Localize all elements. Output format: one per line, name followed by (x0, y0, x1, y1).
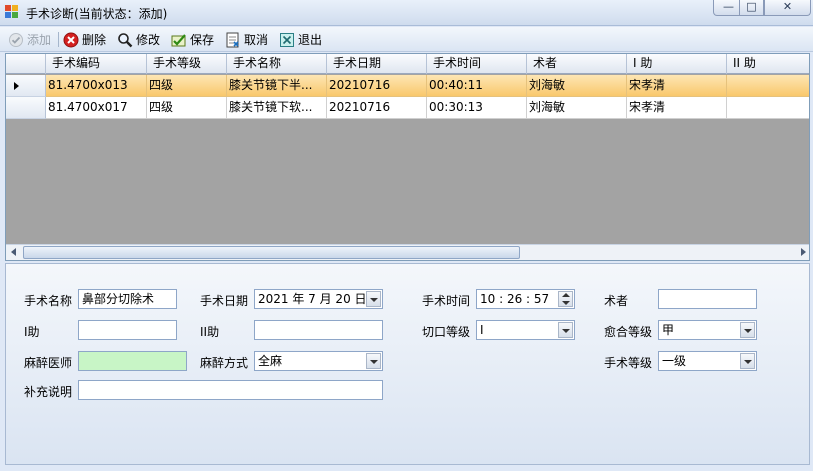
chevron-down-icon[interactable] (740, 353, 755, 369)
save-button[interactable]: 保存 (171, 30, 214, 49)
row-header-corner (6, 54, 46, 74)
surgery-name-input[interactable]: 鼻部分切除术 (78, 289, 177, 309)
horizontal-scrollbar[interactable] (6, 244, 809, 260)
surgery-level-select[interactable]: 一级 (658, 351, 757, 371)
incision-grade-select[interactable]: I (476, 320, 575, 340)
cell-surgeon[interactable]: 刘海敏 (527, 97, 627, 119)
magnifier-icon (117, 32, 133, 48)
cancel-button-label: 取消 (244, 33, 269, 47)
chevron-down-icon[interactable] (740, 322, 755, 338)
notes-input[interactable] (78, 380, 383, 400)
add-button-label: 添加 (27, 33, 52, 47)
healing-grade-value: 甲 (662, 323, 675, 337)
cell-assistant2[interactable] (727, 75, 809, 97)
surgery-name-label: 手术名称 (24, 294, 73, 308)
cell-assistant1[interactable]: 宋孝清 (627, 75, 727, 97)
exit-button-label: 退出 (298, 33, 323, 47)
surgery-date-value: 2021 年 7 月 20 日 (258, 292, 367, 306)
date-dropdown-icon[interactable] (366, 291, 381, 307)
delete-button-label: 删除 (82, 33, 107, 47)
col-header-name[interactable]: 手术名称 (227, 54, 327, 74)
cell-name[interactable]: 膝关节镜下软... (227, 97, 327, 119)
col-header-level[interactable]: 手术等级 (147, 54, 227, 74)
table-row[interactable]: 81.4700x013 四级 膝关节镜下半... 20210716 00:40:… (6, 75, 809, 97)
col-header-assistant2[interactable]: II 助 (727, 54, 809, 74)
surgery-time-label: 手术时间 (422, 294, 471, 308)
cell-name[interactable]: 膝关节镜下半... (227, 75, 327, 97)
undo-icon (225, 32, 241, 48)
detail-form: 手术名称 鼻部分切除术 手术日期 2021 年 7 月 20 日 手术时间 10… (5, 263, 810, 465)
cell-date[interactable]: 20210716 (327, 75, 427, 97)
row-header[interactable] (6, 97, 46, 119)
anesthesia-method-value: 全麻 (258, 354, 283, 368)
incision-grade-value: I (480, 323, 484, 337)
healing-grade-label: 愈合等级 (604, 325, 653, 339)
delete-button[interactable]: 删除 (63, 30, 106, 49)
save-button-label: 保存 (190, 33, 215, 47)
surgeon-input[interactable] (658, 289, 757, 309)
healing-grade-select[interactable]: 甲 (658, 320, 757, 340)
assistant2-label: II助 (200, 325, 220, 339)
current-row-arrow-icon (14, 82, 19, 90)
title-bar: 手术诊断(当前状态：添加) — □ ✕ (0, 0, 813, 26)
anesthesia-method-label: 麻醉方式 (200, 356, 249, 370)
col-header-code[interactable]: 手术编码 (46, 54, 147, 74)
scrollbar-thumb[interactable] (23, 246, 520, 259)
anesthetist-input[interactable] (78, 351, 187, 371)
cell-surgeon[interactable]: 刘海敏 (527, 75, 627, 97)
surgeon-label: 术者 (604, 294, 629, 308)
assistant2-input[interactable] (254, 320, 383, 340)
col-header-assistant1[interactable]: I 助 (627, 54, 727, 74)
cancel-button[interactable]: 取消 (225, 30, 268, 49)
surgery-date-picker[interactable]: 2021 年 7 月 20 日 (254, 289, 383, 309)
anesthesia-method-select[interactable]: 全麻 (254, 351, 383, 371)
window-title: 手术诊断(当前状态：添加) (26, 7, 168, 21)
anesthetist-label: 麻醉医师 (24, 356, 73, 370)
cell-level[interactable]: 四级 (147, 75, 227, 97)
col-header-surgeon[interactable]: 术者 (527, 54, 627, 74)
surgery-level-label: 手术等级 (604, 356, 653, 370)
chevron-down-icon[interactable] (558, 322, 573, 338)
cell-date[interactable]: 20210716 (327, 97, 427, 119)
grid-header: 手术编码 手术等级 手术名称 手术日期 手术时间 术者 I 助 II 助 (6, 54, 809, 74)
scroll-right-arrow-icon[interactable] (801, 248, 806, 256)
surgery-level-value: 一级 (662, 354, 687, 368)
exit-button[interactable]: 退出 (279, 30, 322, 49)
time-spinner-icon[interactable] (558, 291, 573, 307)
surgery-date-label: 手术日期 (200, 294, 249, 308)
cell-assistant1[interactable]: 宋孝清 (627, 97, 727, 119)
col-header-time[interactable]: 手术时间 (427, 54, 527, 74)
scroll-left-arrow-icon[interactable] (11, 248, 16, 256)
incision-grade-label: 切口等级 (422, 325, 471, 339)
exit-icon (279, 32, 295, 48)
cell-time[interactable]: 00:30:13 (427, 97, 527, 119)
surgery-grid[interactable]: 手术编码 手术等级 手术名称 手术日期 手术时间 术者 I 助 II 助 81.… (5, 53, 810, 261)
cell-code[interactable]: 81.4700x013 (46, 75, 147, 97)
cell-time[interactable]: 00:40:11 (427, 75, 527, 97)
col-header-date[interactable]: 手术日期 (327, 54, 427, 74)
app-icon (5, 5, 20, 19)
close-button[interactable]: ✕ (764, 0, 811, 16)
table-row[interactable]: 81.4700x017 四级 膝关节镜下软... 20210716 00:30:… (6, 97, 809, 119)
surgery-time-value: 10 : 26 : 57 (480, 292, 550, 306)
toolbar: 添加 删除 修改 保存 取消 退出 (0, 27, 813, 52)
chevron-down-icon[interactable] (366, 353, 381, 369)
delete-icon (63, 32, 79, 48)
toolbar-separator (58, 32, 59, 47)
cell-code[interactable]: 81.4700x017 (46, 97, 147, 119)
cell-assistant2[interactable] (727, 97, 809, 119)
surgery-time-picker[interactable]: 10 : 26 : 57 (476, 289, 575, 309)
check-icon (8, 32, 24, 48)
add-button[interactable]: 添加 (8, 30, 51, 49)
row-header[interactable] (6, 75, 46, 97)
assistant1-label: I助 (24, 325, 40, 339)
maximize-button[interactable]: □ (739, 0, 764, 16)
notes-label: 补充说明 (24, 385, 73, 399)
cell-level[interactable]: 四级 (147, 97, 227, 119)
edit-button[interactable]: 修改 (117, 30, 160, 49)
save-check-icon (171, 32, 187, 48)
assistant1-input[interactable] (78, 320, 177, 340)
edit-button-label: 修改 (136, 33, 161, 47)
